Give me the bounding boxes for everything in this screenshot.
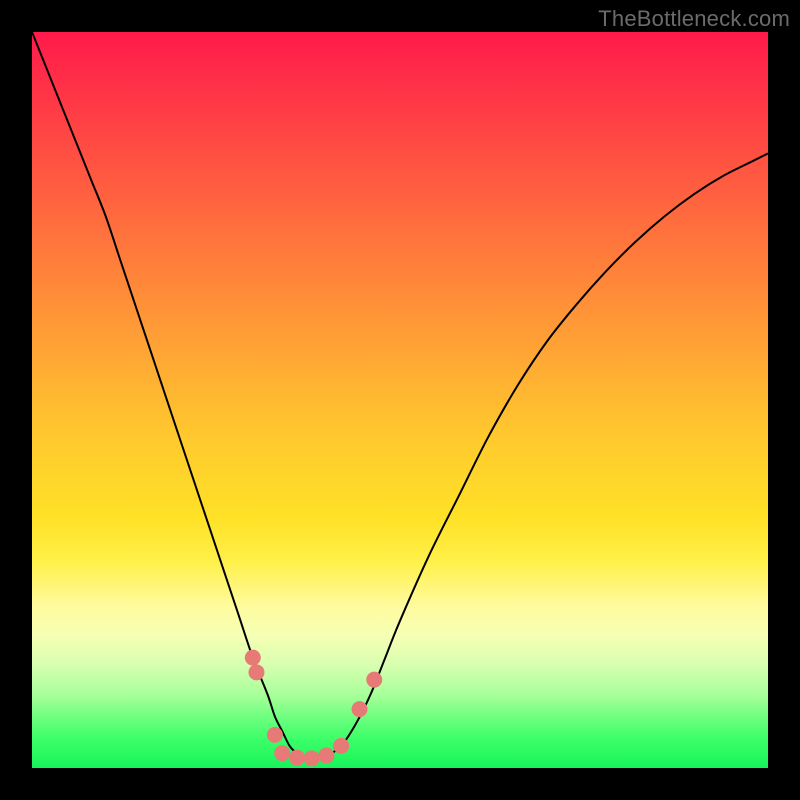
valley-marker [366,672,382,688]
bottleneck-curve-path [32,32,768,759]
plot-area [32,32,768,768]
valley-marker [245,650,261,666]
valley-marker [274,745,290,761]
valley-marker [333,738,349,754]
curve-layer [32,32,768,768]
valley-marker [289,750,305,766]
valley-marker [318,747,334,763]
bottleneck-curve [32,32,768,759]
valley-markers [245,650,382,767]
valley-marker [267,727,283,743]
valley-marker [248,664,264,680]
valley-marker [352,701,368,717]
chart-frame: TheBottleneck.com [0,0,800,800]
valley-marker [304,750,320,766]
watermark-text: TheBottleneck.com [598,6,790,32]
